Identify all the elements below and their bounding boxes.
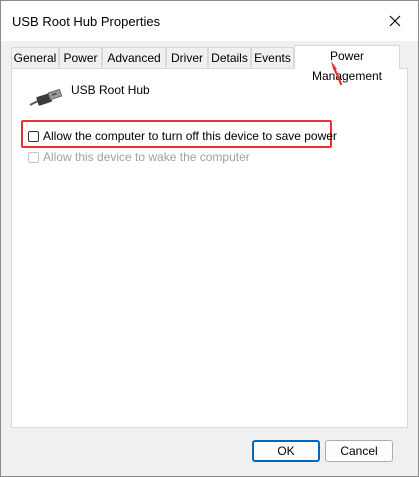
- ok-button[interactable]: OK: [252, 440, 320, 462]
- cancel-button[interactable]: Cancel: [325, 440, 393, 462]
- allow-turn-off-checkbox[interactable]: [28, 130, 39, 142]
- allow-wake-label: Allow this device to wake the computer: [43, 150, 250, 164]
- tab-power[interactable]: Power: [59, 47, 102, 67]
- allow-turn-off-option[interactable]: Allow the computer to turn off this devi…: [28, 129, 337, 143]
- tab-general[interactable]: General: [11, 47, 59, 67]
- annotation-arrow-icon: [331, 61, 343, 86]
- close-icon: [389, 15, 401, 27]
- properties-dialog: USB Root Hub Properties General Power Ad…: [0, 0, 419, 477]
- tab-driver[interactable]: Driver: [166, 47, 208, 67]
- window-title: USB Root Hub Properties: [12, 14, 161, 29]
- tab-details[interactable]: Details: [208, 47, 251, 67]
- close-button[interactable]: [372, 1, 418, 41]
- allow-wake-option: Allow this device to wake the computer: [28, 150, 250, 164]
- tab-power-management[interactable]: Power Management: [294, 45, 400, 83]
- allow-turn-off-label: Allow the computer to turn off this devi…: [43, 129, 337, 143]
- tab-advanced[interactable]: Advanced: [102, 47, 166, 67]
- usb-cable-icon: [29, 88, 63, 106]
- title-bar: USB Root Hub Properties: [1, 1, 418, 41]
- device-name: USB Root Hub: [71, 83, 150, 97]
- tab-events[interactable]: Events: [251, 47, 294, 67]
- tab-panel: USB Root Hub Allow the computer to turn …: [11, 68, 408, 428]
- allow-wake-checkbox: [28, 151, 39, 163]
